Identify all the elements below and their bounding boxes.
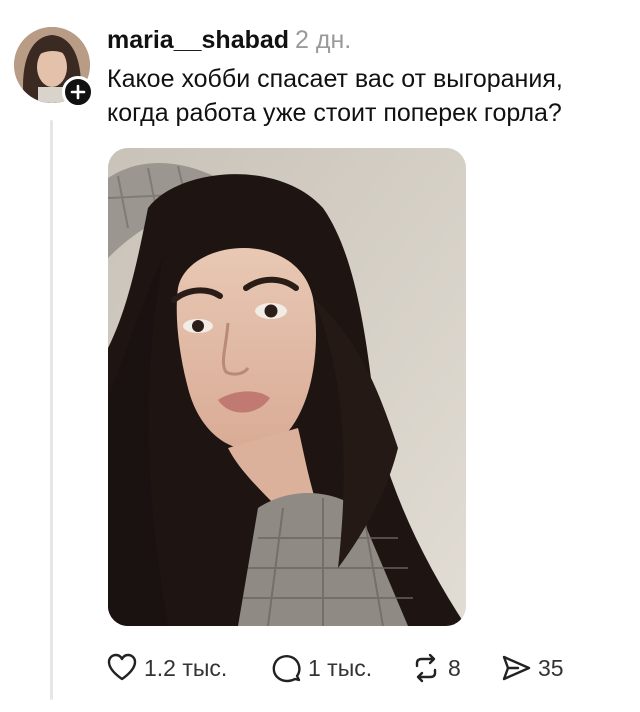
share-button[interactable]: 35 — [500, 648, 564, 688]
heart-icon — [107, 653, 137, 681]
like-button[interactable]: 1.2 тыс. — [106, 648, 227, 688]
post-time: 2 дн. — [295, 26, 352, 54]
follow-button[interactable] — [62, 76, 94, 108]
post-actions: 1.2 тыс. 1 тыс. 8 35 — [106, 648, 626, 688]
post-image[interactable] — [108, 148, 466, 626]
thread-line — [50, 120, 53, 700]
post-header: maria__shabad 2 дн. — [107, 24, 351, 56]
selfie-photo — [108, 148, 466, 626]
repost-arrows-icon — [415, 653, 437, 683]
repost-button[interactable]: 8 — [410, 648, 461, 688]
post-text: Какое хобби спасает вас от выгорания, ко… — [107, 65, 563, 127]
speech-bubble-icon — [272, 655, 301, 683]
repost-count: 8 — [448, 654, 461, 681]
share-count: 35 — [538, 654, 564, 681]
like-count: 1.2 тыс. — [144, 654, 228, 681]
username[interactable]: maria__shabad — [107, 26, 289, 54]
plus-icon — [70, 84, 86, 100]
paper-plane-icon — [502, 655, 531, 681]
reply-count: 1 тыс. — [308, 654, 373, 681]
reply-button[interactable]: 1 тыс. — [270, 648, 372, 688]
